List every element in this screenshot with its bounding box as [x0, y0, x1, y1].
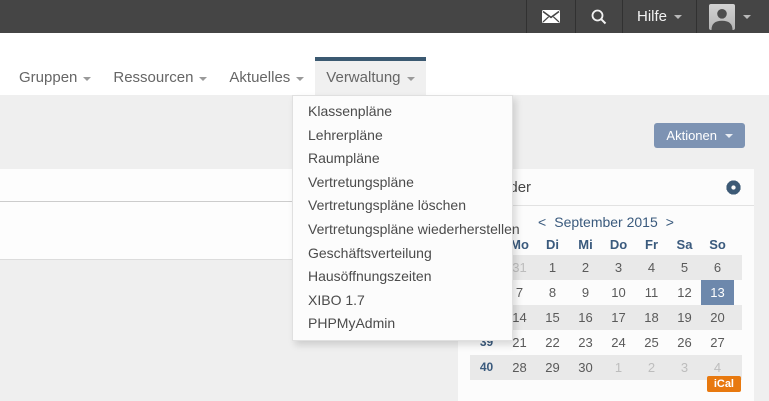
ical-button[interactable]: iCal	[707, 376, 741, 392]
search-button[interactable]	[575, 0, 622, 33]
dropdown-list: KlassenpläneLehrerpläneRaumpläneVertretu…	[293, 96, 512, 340]
calendar-day[interactable]: 24	[602, 330, 635, 355]
aktionen-button[interactable]: Aktionen	[654, 123, 745, 148]
calendar-day[interactable]: 11	[635, 280, 668, 305]
user-avatar-icon	[709, 4, 735, 30]
menu-item-raumpl-ne[interactable]: Raumpläne	[293, 147, 512, 171]
topbar: Hilfe	[0, 0, 769, 33]
help-menu[interactable]: Hilfe	[622, 0, 696, 33]
chevron-down-icon	[83, 77, 91, 81]
calendar-day[interactable]: 17	[602, 305, 635, 330]
nav-item-verwaltung[interactable]: Verwaltung	[315, 57, 425, 95]
nav-item-aktuelles[interactable]: Aktuelles	[218, 57, 315, 95]
calendar-day[interactable]: 29	[536, 355, 569, 380]
nav-item-gruppen[interactable]: Gruppen	[8, 57, 102, 95]
chevron-down-icon	[674, 15, 682, 19]
avatar	[709, 4, 735, 30]
calendar-day[interactable]: 3	[668, 355, 701, 380]
weekday-header: So	[701, 235, 734, 255]
menu-item-xibo-1-7[interactable]: XIBO 1.7	[293, 289, 512, 313]
next-month-button[interactable]: >	[666, 214, 674, 230]
calendar-day[interactable]: 2	[569, 255, 602, 280]
calendar-day[interactable]: 16	[569, 305, 602, 330]
nav-item-label: Ressourcen	[113, 61, 193, 95]
calendar-week-row: 402829301234	[470, 355, 742, 380]
nav-item-label: Gruppen	[19, 61, 77, 95]
calendar-day[interactable]: 25	[635, 330, 668, 355]
calendar-day[interactable]: 15	[536, 305, 569, 330]
chevron-down-icon	[407, 77, 415, 81]
chevron-down-icon	[199, 77, 207, 81]
prev-month-button[interactable]: <	[538, 214, 546, 230]
menu-item-phpmyadmin[interactable]: PHPMyAdmin	[293, 312, 512, 336]
calendar-day[interactable]: 3	[602, 255, 635, 280]
calendar-day[interactable]: 26	[668, 330, 701, 355]
topbar-actions: Hilfe	[526, 0, 769, 33]
week-number[interactable]: 40	[470, 355, 503, 380]
weekday-header: Mi	[569, 235, 602, 255]
chevron-down-icon	[296, 77, 304, 81]
calendar-day[interactable]: 30	[569, 355, 602, 380]
calendar-day[interactable]: 4	[635, 255, 668, 280]
calendar-day[interactable]: 2	[635, 355, 668, 380]
calendar-day[interactable]: 1	[536, 255, 569, 280]
verwaltung-dropdown-menu: KlassenpläneLehrerpläneRaumpläneVertretu…	[292, 95, 513, 341]
menu-item-vertretungspl-ne[interactable]: Vertretungspläne	[293, 171, 512, 195]
main-nav: Gruppen Ressourcen Aktuelles Verwaltung	[8, 57, 426, 95]
calendar-day[interactable]: 1	[602, 355, 635, 380]
calendar-day[interactable]: 23	[569, 330, 602, 355]
calendar-day[interactable]: 6	[701, 255, 734, 280]
mail-icon	[542, 10, 560, 23]
calendar-day[interactable]: 12	[668, 280, 701, 305]
weekday-header: Sa	[668, 235, 701, 255]
calendar-day[interactable]: 27	[701, 330, 734, 355]
menu-item-vertretungspl-ne-wiederherstellen[interactable]: Vertretungspläne wiederherstellen	[293, 218, 512, 242]
menu-item-klassenpl-ne[interactable]: Klassenpläne	[293, 100, 512, 124]
help-label: Hilfe	[637, 8, 667, 25]
menu-item-vertretungspl-ne-l-schen[interactable]: Vertretungspläne löschen	[293, 194, 512, 218]
chevron-down-icon	[725, 134, 733, 138]
calendar-day[interactable]: 18	[635, 305, 668, 330]
weekday-header: Fr	[635, 235, 668, 255]
aktionen-label: Aktionen	[666, 128, 717, 143]
month-label: September 2015	[554, 214, 658, 230]
calendar-day[interactable]: 8	[536, 280, 569, 305]
menu-item-haus-ffnungszeiten[interactable]: Hausöffnungszeiten	[293, 265, 512, 289]
nav-item-label: Verwaltung	[326, 61, 400, 95]
calendar-day[interactable]: 5	[668, 255, 701, 280]
calendar-day[interactable]: 28	[503, 355, 536, 380]
menu-item-gesch-ftsverteilung[interactable]: Geschäftsverteilung	[293, 242, 512, 266]
weekday-header: Do	[602, 235, 635, 255]
calendar-day[interactable]: 10	[602, 280, 635, 305]
calendar-day[interactable]: 19	[668, 305, 701, 330]
main-navbar: Gruppen Ressourcen Aktuelles Verwaltung	[0, 33, 769, 95]
nav-item-ressourcen[interactable]: Ressourcen	[102, 57, 218, 95]
menu-item-lehrerpl-ne[interactable]: Lehrerpläne	[293, 124, 512, 148]
calendar-day-selected[interactable]: 13	[701, 280, 734, 305]
calendar-day[interactable]: 20	[701, 305, 734, 330]
calendar-day[interactable]: 9	[569, 280, 602, 305]
mail-button[interactable]	[526, 0, 575, 33]
calendar-day[interactable]: 22	[536, 330, 569, 355]
user-menu[interactable]	[696, 0, 769, 33]
weekday-header: Di	[536, 235, 569, 255]
gear-icon[interactable]	[726, 180, 741, 195]
search-icon	[591, 9, 607, 25]
nav-item-label: Aktuelles	[229, 61, 290, 95]
chevron-down-icon	[743, 15, 751, 19]
